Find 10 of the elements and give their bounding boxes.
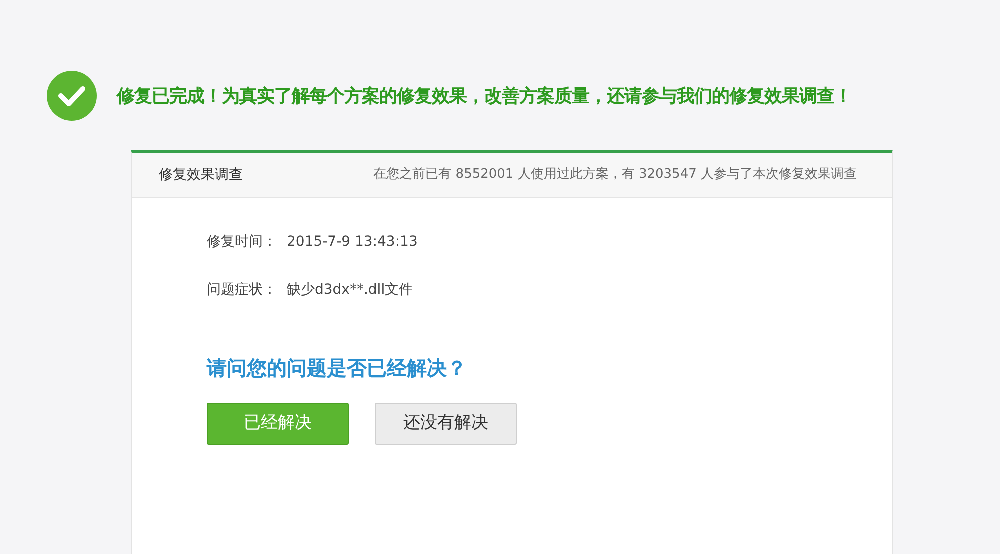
field-value: 缺少d3dx**.dll文件 [287,281,414,300]
survey-question: 请问您的问题是否已经解决？ [207,355,468,382]
survey-stats: 在您之前已有 8552001 人使用过此方案，有 3203547 人参与了本次修复效果调查 [374,166,857,184]
survey-title: 修复效果调查 [159,166,243,184]
completion-message: 修复已完成！为真实了解每个方案的修复效果，改善方案质量，还请参与我们的修复效果调查！ [117,84,852,108]
unresolved-button[interactable]: 还没有解决 [375,403,517,445]
field-label: 修复时间： [207,233,277,252]
field-value: 2015-7-9 13:43:13 [287,233,418,252]
checkmark-icon [47,71,97,121]
field-label: 问题症状： [207,281,277,300]
